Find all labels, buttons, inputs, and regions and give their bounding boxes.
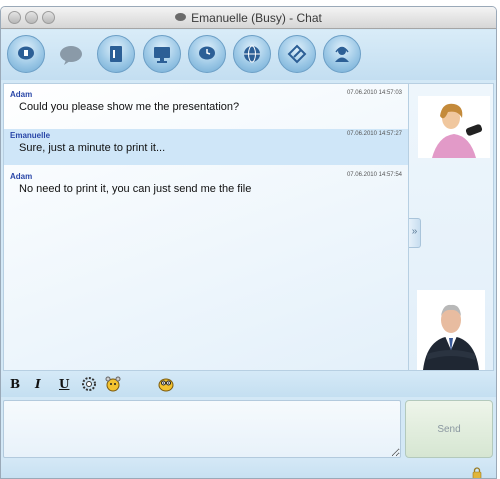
history-clock-icon[interactable]	[188, 35, 226, 73]
alarm-smiley-icon[interactable]	[105, 376, 121, 392]
status-bubble-icon	[175, 13, 187, 21]
globe-icon[interactable]	[233, 35, 271, 73]
user-avatar	[417, 290, 485, 370]
message-text: Sure, just a minute to print it...	[19, 142, 166, 154]
format-toolbar: B I U	[1, 371, 496, 397]
speech-bubble-icon[interactable]	[58, 44, 84, 66]
window-title-text: Emanuelle (Busy) - Chat	[191, 11, 322, 25]
message-timestamp: 07.06.2010 14:57:03	[346, 90, 402, 96]
status-bar	[1, 459, 496, 478]
avatar-panel: »	[409, 83, 494, 371]
edit-pen-icon[interactable]	[278, 35, 316, 73]
chat-transcript[interactable]: Adam 07.06.2010 14:57:03 Could you pleas…	[3, 83, 409, 371]
message-sender: Adam	[10, 90, 33, 99]
italic-button[interactable]: I	[35, 377, 41, 391]
chat-message-highlighted: Emanuelle 07.06.2010 14:57:27 Sure, just…	[4, 129, 408, 165]
send-label: Send	[437, 423, 461, 435]
expand-label: »	[411, 226, 418, 237]
message-input[interactable]	[3, 400, 401, 458]
message-text: Could you please show me the presentatio…	[19, 101, 240, 113]
chat-bubble-icon[interactable]	[7, 35, 45, 73]
settings-gear-icon[interactable]	[81, 376, 97, 392]
message-timestamp: 07.06.2010 14:57:27	[346, 131, 402, 137]
message-sender: Adam	[10, 172, 33, 181]
message-text: No need to print it, you can just send m…	[19, 183, 252, 195]
title-bar: Emanuelle (Busy) - Chat	[1, 7, 496, 29]
send-button[interactable]: Send	[405, 400, 493, 458]
window-title: Emanuelle (Busy) - Chat	[1, 11, 496, 25]
smiley-icon[interactable]	[158, 376, 174, 392]
bold-button[interactable]: B	[10, 377, 20, 391]
lock-icon	[472, 466, 482, 478]
chat-message: Adam 07.06.2010 14:57:03 Could you pleas…	[4, 88, 408, 122]
chat-window: Emanuelle (Busy) - Chat Adam 07.06.2010 …	[0, 6, 497, 479]
toolbar	[1, 30, 496, 80]
chat-message: Adam 07.06.2010 14:57:54 No need to prin…	[4, 170, 408, 204]
contact-avatar	[418, 96, 490, 158]
underline-button[interactable]: U	[59, 377, 69, 391]
screen-share-icon[interactable]	[143, 35, 181, 73]
expand-panel-button[interactable]: »	[409, 218, 421, 248]
file-send-icon[interactable]	[97, 35, 135, 73]
headset-user-icon[interactable]	[323, 35, 361, 73]
message-sender: Emanuelle	[10, 131, 51, 140]
message-timestamp: 07.06.2010 14:57:54	[346, 172, 402, 178]
